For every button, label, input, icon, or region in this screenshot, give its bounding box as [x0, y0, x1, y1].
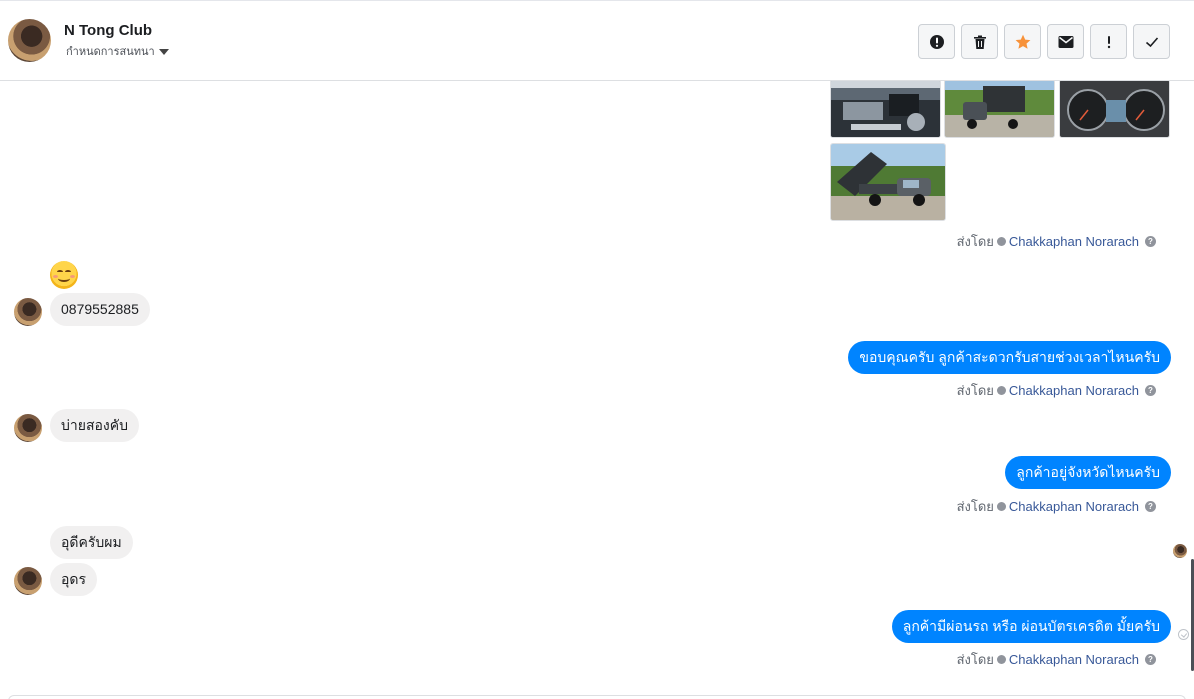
incoming-message-afternoon[interactable]: บ่ายสองคับ: [50, 409, 139, 442]
smiling-face-emoji: [50, 261, 78, 289]
contact-avatar-small[interactable]: [14, 298, 42, 326]
report-icon: [929, 34, 944, 49]
incoming-message-udon-full[interactable]: อุดีครับผม: [50, 526, 133, 559]
star-icon: [1015, 34, 1030, 49]
help-icon[interactable]: ?: [1145, 236, 1156, 247]
outgoing-message-province[interactable]: ลูกค้าอยู่จังหวัดไหนครับ: [1005, 456, 1171, 489]
sender-name-link[interactable]: Chakkaphan Norarach: [1009, 499, 1139, 514]
sent-by-line: ส่งโดย Chakkaphan Norarach ?: [957, 649, 1156, 670]
caret-down-icon: [158, 49, 169, 55]
engine-image: [831, 81, 940, 137]
dump-truck-image: [831, 144, 945, 220]
attached-photo-engine[interactable]: [830, 81, 941, 138]
contact-avatar-small[interactable]: [14, 567, 42, 595]
mail-icon: [1058, 35, 1073, 48]
flag-button[interactable]: [1090, 24, 1127, 59]
delivered-check-icon: [1178, 629, 1189, 640]
mark-done-button[interactable]: [1133, 24, 1170, 59]
emoji-eye-right: [65, 270, 71, 274]
conversation-header: N Tong Club กำหนดการสนทนา: [0, 0, 1194, 81]
report-button[interactable]: [918, 24, 955, 59]
sent-by-label: ส่งโดย: [956, 383, 994, 398]
sender-name-link[interactable]: Chakkaphan Norarach: [1009, 652, 1139, 667]
trash-icon: [973, 35, 986, 49]
incoming-message-phone[interactable]: 0879552885: [50, 293, 150, 326]
attached-photo-truck-side[interactable]: [944, 81, 1055, 138]
verified-check-icon: [996, 386, 1006, 395]
sent-by-label: ส่งโดย: [956, 234, 994, 249]
outgoing-message-finance[interactable]: ลูกค้ามีผ่อนรถ หรือ ผ่อนบัตรเครดิต มั้ยค…: [891, 610, 1171, 643]
message-thread[interactable]: ส่งโดย Chakkaphan Norarach ? 0879552885 …: [0, 81, 1194, 699]
exclamation-icon: [1107, 35, 1110, 48]
help-icon[interactable]: ?: [1145, 385, 1156, 396]
emoji-cheek-right: [70, 275, 75, 278]
verified-check-icon: [996, 655, 1006, 664]
attached-photo-dump-truck[interactable]: [830, 143, 946, 221]
verified-check-icon: [996, 502, 1006, 511]
dashboard-image: [1060, 81, 1169, 137]
emoji-mouth: [58, 275, 70, 282]
outgoing-message-thanks[interactable]: ขอบคุณครับ ลูกค้าสะดวกรับสายช่วงเวลาไหนค…: [848, 341, 1171, 374]
sender-name-link[interactable]: Chakkaphan Norarach: [1009, 383, 1139, 398]
seen-by-avatar: [1173, 544, 1187, 558]
checkmark-icon: [1145, 36, 1158, 47]
mark-unread-button[interactable]: [1047, 24, 1084, 59]
truck-side-image: [945, 81, 1054, 137]
sent-by-line: ส่งโดย Chakkaphan Norarach ?: [957, 380, 1156, 401]
conversation-toolbar: [918, 24, 1170, 59]
attached-photo-dashboard[interactable]: [1059, 81, 1170, 138]
message-composer[interactable]: [8, 695, 1186, 699]
incoming-message-udon[interactable]: อุดร: [50, 563, 98, 596]
sent-by-line: ส่งโดย Chakkaphan Norarach ?: [957, 231, 1156, 252]
sent-by-label: ส่งโดย: [956, 652, 994, 667]
sender-name-link[interactable]: Chakkaphan Norarach: [1009, 234, 1139, 249]
emoji-eye-left: [57, 270, 63, 274]
contact-avatar[interactable]: [8, 19, 51, 62]
conversation-schedule-dropdown[interactable]: กำหนดการสนทนา: [66, 42, 169, 55]
sent-by-label: ส่งโดย: [956, 499, 994, 514]
schedule-label: กำหนดการสนทนา: [66, 46, 155, 55]
contact-avatar-small[interactable]: [14, 414, 42, 442]
sent-by-line: ส่งโดย Chakkaphan Norarach ?: [957, 496, 1156, 517]
contact-name[interactable]: N Tong Club: [64, 22, 152, 39]
help-icon[interactable]: ?: [1145, 654, 1156, 665]
help-icon[interactable]: ?: [1145, 501, 1156, 512]
star-button[interactable]: [1004, 24, 1041, 59]
verified-check-icon: [996, 237, 1006, 246]
delete-button[interactable]: [961, 24, 998, 59]
